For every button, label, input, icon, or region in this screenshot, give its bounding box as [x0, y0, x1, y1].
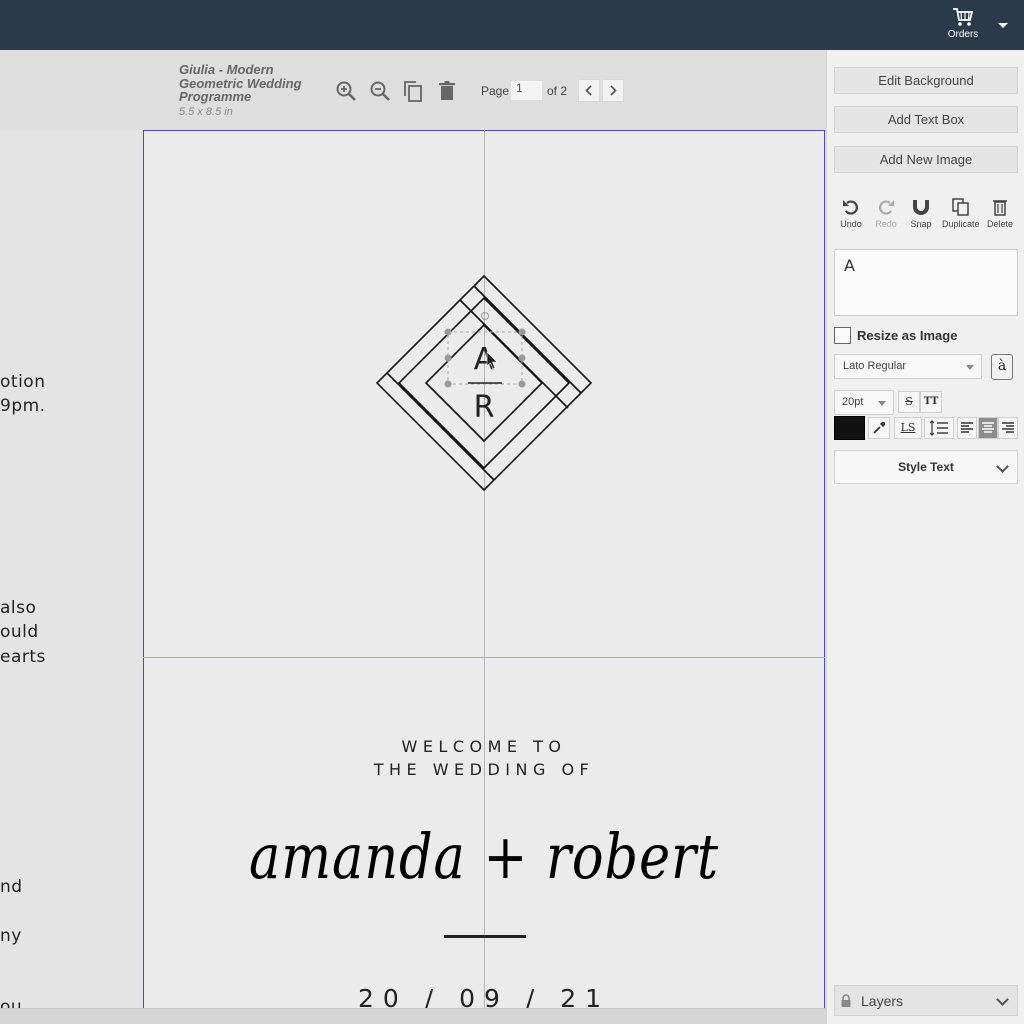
undo-icon: [843, 200, 858, 215]
all-caps-button[interactable]: TT: [920, 391, 942, 413]
align-center-icon: [982, 422, 994, 433]
prev-page-button[interactable]: [578, 79, 600, 102]
align-center-button[interactable]: [978, 417, 998, 439]
document-title: Giulia - Modern Geometric Wedding Progra…: [179, 62, 302, 104]
edit-background-button[interactable]: Edit Background: [834, 67, 1018, 94]
horizontal-scrollbar[interactable]: [0, 1008, 826, 1024]
resize-as-image-checkbox[interactable]: [834, 327, 851, 344]
align-right-icon: [1002, 422, 1014, 433]
zoom-out-icon[interactable]: [368, 79, 392, 103]
delete-page-icon[interactable]: [435, 79, 459, 103]
document-size: 5.5 x 8.5 in: [179, 106, 233, 118]
snap-button[interactable]: Snap: [903, 198, 939, 229]
welcome-line-2: THE WEDDING OF: [373, 760, 595, 779]
monogram-graphic[interactable]: A R: [370, 270, 598, 498]
fold-guide: [143, 657, 825, 658]
copy-page-icon[interactable]: [401, 79, 425, 103]
account-caret-icon[interactable]: [996, 18, 1010, 32]
caret-down-icon: [878, 401, 886, 406]
duplicate-icon: [952, 198, 969, 216]
align-left-button[interactable]: [957, 417, 977, 439]
orders-button[interactable]: Orders: [942, 6, 984, 40]
align-left-icon: [961, 422, 973, 433]
redo-label: Redo: [875, 219, 897, 229]
undo-label: Undo: [840, 219, 862, 229]
chevron-down-icon: [996, 460, 1009, 473]
delete-label: Delete: [986, 219, 1013, 229]
letter-spacing-button[interactable]: LS: [894, 417, 922, 439]
chevron-left-icon: [585, 85, 592, 96]
font-family-select[interactable]: Lato Regular: [834, 354, 982, 379]
add-text-box-button[interactable]: Add Text Box: [834, 106, 1018, 133]
eyedropper-icon: [873, 421, 886, 434]
couple-names[interactable]: amanda + robert: [248, 810, 748, 905]
chevron-right-icon: [610, 85, 617, 96]
adjacent-page-text: earts: [0, 647, 46, 667]
page-label: Page: [481, 84, 510, 98]
caret-down-icon: [966, 365, 974, 370]
cart-icon: [953, 8, 974, 26]
layers-dropdown[interactable]: Layers: [834, 985, 1018, 1016]
strikethrough-button[interactable]: S: [898, 391, 920, 413]
properties-panel: [826, 50, 1024, 1024]
duplicate-label: Duplicate: [942, 219, 980, 229]
font-size-value: 20pt: [842, 396, 864, 408]
adjacent-page-text: also: [0, 598, 37, 618]
eyedropper-button[interactable]: [868, 417, 890, 439]
layers-label: Layers: [861, 993, 904, 1009]
adjacent-page-text: 9pm.: [0, 396, 46, 416]
font-preview-button[interactable]: à: [991, 354, 1013, 380]
undo-button[interactable]: Undo: [833, 198, 869, 229]
zoom-in-icon[interactable]: [334, 79, 358, 103]
next-page-button[interactable]: [602, 79, 624, 102]
adjacent-page-text: ould: [0, 622, 39, 642]
adjacent-page-text: otion: [0, 372, 46, 392]
snap-label: Snap: [910, 219, 932, 229]
chevron-down-icon: [996, 993, 1009, 1006]
orders-label: Orders: [947, 29, 979, 40]
delete-button[interactable]: Delete: [982, 198, 1018, 229]
align-right-button[interactable]: [998, 417, 1018, 439]
font-size-select[interactable]: 20pt: [834, 390, 894, 415]
line-spacing-icon: [929, 420, 948, 436]
top-bar: Orders: [0, 0, 1024, 50]
welcome-line-1: WELCOME TO: [401, 737, 567, 756]
trash-icon: [993, 200, 1007, 216]
monogram-letter-bottom: R: [474, 390, 495, 425]
lock-icon: [841, 994, 851, 1007]
redo-icon: [879, 200, 894, 215]
style-text-label: Style Text: [898, 460, 954, 474]
style-text-dropdown[interactable]: Style Text: [834, 450, 1018, 484]
rotate-handle: [481, 312, 489, 320]
redo-button[interactable]: Redo: [868, 198, 904, 229]
font-family-value: Lato Regular: [843, 360, 906, 372]
adjacent-page-text: nd: [0, 877, 23, 897]
add-new-image-button[interactable]: Add New Image: [834, 146, 1018, 173]
couple-names-text: amanda + robert: [249, 820, 719, 893]
divider-line: [444, 935, 526, 938]
duplicate-button[interactable]: Duplicate: [942, 198, 980, 229]
adjacent-page-text: ny: [0, 926, 22, 946]
text-color-swatch[interactable]: [834, 416, 865, 440]
page-count: of 2: [547, 84, 568, 98]
resize-as-image-label: Resize as Image: [857, 328, 958, 343]
text-content-input[interactable]: A: [834, 249, 1018, 316]
magnet-icon: [913, 200, 929, 215]
welcome-heading[interactable]: WELCOME TO THE WEDDING OF: [343, 735, 625, 781]
page-number-input[interactable]: 1: [510, 80, 543, 101]
line-spacing-button[interactable]: [924, 417, 954, 439]
